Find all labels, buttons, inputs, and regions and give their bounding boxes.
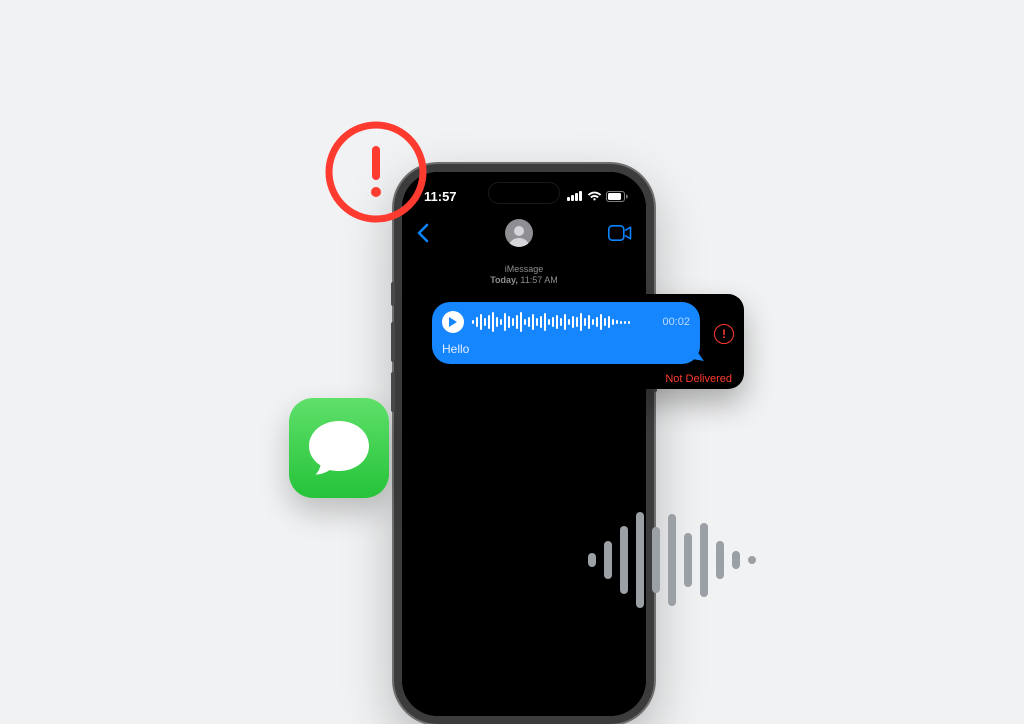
service-label: iMessage [402,264,646,275]
voice-message-bubble[interactable]: 00:02 Hello [432,302,700,364]
voice-message-overlay: 00:02 Hello ! Not Delivered [422,294,744,389]
conversation-nav [402,212,646,252]
facetime-button[interactable] [608,225,632,241]
audio-waveform [472,311,654,333]
date-time: 11:57 AM [520,275,557,285]
play-icon [448,317,458,327]
iphone-frame: 11:57 [394,164,654,724]
cellular-icon [567,191,583,201]
conversation-timestamp: iMessage Today, 11:57 AM [402,264,646,287]
delivery-status: Not Delivered [665,373,732,385]
date-prefix: Today, [490,275,518,285]
status-indicators [567,191,628,202]
decorative-waveform [588,512,756,608]
dynamic-island [488,182,560,204]
battery-icon [606,191,628,202]
alert-icon [322,118,430,226]
audio-duration: 00:02 [662,316,690,328]
messages-app-icon [289,398,389,498]
delivery-error-icon[interactable]: ! [714,324,734,344]
back-button[interactable] [416,223,429,243]
contact-avatar[interactable] [505,219,533,247]
play-button[interactable] [442,311,464,333]
audio-transcript: Hello [442,342,690,356]
wifi-icon [587,191,602,202]
phone-screen: 11:57 [402,172,646,716]
